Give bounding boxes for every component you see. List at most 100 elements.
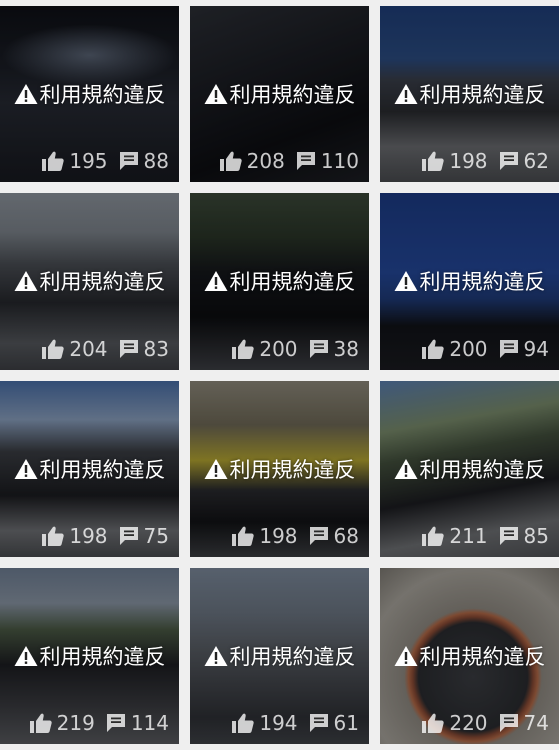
violation-text: 利用規約違反 xyxy=(419,270,546,294)
violation-label: 利用規約違反 xyxy=(380,644,559,670)
comment-icon xyxy=(119,152,138,170)
thumbs-up-icon xyxy=(422,339,445,359)
violation-label: 利用規約違反 xyxy=(0,644,179,670)
post-tile[interactable]: 利用規約違反 198 68 xyxy=(190,381,369,557)
comment-count: 114 xyxy=(130,711,169,735)
warning-triangle-icon xyxy=(394,84,417,104)
violation-text: 利用規約違反 xyxy=(229,83,356,107)
violation-text: 利用規約違反 xyxy=(419,458,546,482)
comment-icon xyxy=(499,714,518,732)
comment-count: 94 xyxy=(523,337,549,361)
violation-text: 利用規約違反 xyxy=(419,645,546,669)
comment-icon xyxy=(309,527,328,545)
comment-icon xyxy=(499,152,518,170)
post-tile[interactable]: 利用規約違反 194 61 xyxy=(190,568,369,744)
like-count: 198 xyxy=(259,524,298,548)
warning-triangle-icon xyxy=(394,459,417,479)
comment-count: 74 xyxy=(523,711,549,735)
violation-label: 利用規約違反 xyxy=(190,644,369,670)
post-tile[interactable]: 利用規約違反 204 83 xyxy=(0,193,179,370)
post-tile[interactable]: 利用規約違反 195 88 xyxy=(0,6,179,182)
post-stats: 194 61 xyxy=(232,712,359,734)
like-count: 200 xyxy=(449,337,488,361)
post-tile[interactable]: 利用規約違反 200 38 xyxy=(190,193,369,370)
post-tile[interactable]: 利用規約違反 200 94 xyxy=(380,193,559,370)
violation-label: 利用規約違反 xyxy=(190,457,369,483)
violation-label: 利用規約違反 xyxy=(0,269,179,295)
post-tile[interactable]: 利用規約違反 198 62 xyxy=(380,6,559,182)
warning-triangle-icon xyxy=(14,271,37,291)
post-stats: 220 74 xyxy=(422,712,549,734)
comment-count: 75 xyxy=(143,524,169,548)
violation-text: 利用規約違反 xyxy=(39,83,166,107)
thumbs-up-icon xyxy=(42,151,65,171)
comment-count: 62 xyxy=(523,149,549,173)
thumbs-up-icon xyxy=(232,339,255,359)
comment-icon xyxy=(119,340,138,358)
post-stats: 200 94 xyxy=(422,338,549,360)
warning-triangle-icon xyxy=(394,646,417,666)
warning-triangle-icon xyxy=(14,459,37,479)
thumbs-up-icon xyxy=(422,713,445,733)
post-tile[interactable]: 利用規約違反 220 74 xyxy=(380,568,559,744)
comment-icon xyxy=(119,527,138,545)
like-count: 220 xyxy=(449,711,488,735)
comment-count: 83 xyxy=(143,337,169,361)
violation-label: 利用規約違反 xyxy=(380,82,559,108)
post-grid: 利用規約違反 195 88 利用規約違反 208 110 利用規約違反 198 62 … xyxy=(0,0,559,750)
thumbs-up-icon xyxy=(42,339,65,359)
comment-icon xyxy=(106,714,125,732)
warning-triangle-icon xyxy=(14,84,37,104)
comment-count: 85 xyxy=(523,524,549,548)
comment-count: 61 xyxy=(333,711,359,735)
like-count: 194 xyxy=(259,711,298,735)
comment-icon xyxy=(296,152,315,170)
warning-triangle-icon xyxy=(204,84,227,104)
like-count: 200 xyxy=(259,337,298,361)
violation-text: 利用規約違反 xyxy=(419,83,546,107)
warning-triangle-icon xyxy=(204,646,227,666)
thumbs-up-icon xyxy=(422,526,445,546)
post-stats: 219 114 xyxy=(29,711,169,735)
violation-text: 利用規約違反 xyxy=(229,458,356,482)
warning-triangle-icon xyxy=(394,271,417,291)
thumbs-up-icon xyxy=(219,151,242,171)
post-tile[interactable]: 利用規約違反 219 114 xyxy=(0,568,179,744)
warning-triangle-icon xyxy=(14,646,37,666)
violation-label: 利用規約違反 xyxy=(190,82,369,108)
post-stats: 198 68 xyxy=(232,525,359,547)
warning-triangle-icon xyxy=(204,459,227,479)
thumbs-up-icon xyxy=(232,526,255,546)
violation-text: 利用規約違反 xyxy=(39,270,166,294)
post-tile[interactable]: 利用規約違反 198 75 xyxy=(0,381,179,557)
violation-label: 利用規約違反 xyxy=(0,457,179,483)
post-stats: 198 62 xyxy=(422,150,549,172)
post-tile[interactable]: 利用規約違反 208 110 xyxy=(190,6,369,182)
thumbs-up-icon xyxy=(232,713,255,733)
post-stats: 211 85 xyxy=(422,525,549,547)
like-count: 198 xyxy=(69,524,108,548)
violation-label: 利用規約違反 xyxy=(0,82,179,108)
comment-icon xyxy=(309,340,328,358)
comment-count: 38 xyxy=(333,337,359,361)
post-stats: 195 88 xyxy=(42,150,169,172)
post-stats: 198 75 xyxy=(42,525,169,547)
like-count: 204 xyxy=(69,337,108,361)
comment-icon xyxy=(499,340,518,358)
violation-text: 利用規約違反 xyxy=(39,458,166,482)
violation-text: 利用規約違反 xyxy=(39,645,166,669)
comment-count: 68 xyxy=(333,524,359,548)
post-tile[interactable]: 利用規約違反 211 85 xyxy=(380,381,559,557)
violation-label: 利用規約違反 xyxy=(190,269,369,295)
thumbs-up-icon xyxy=(29,713,52,733)
thumbs-up-icon xyxy=(422,151,445,171)
like-count: 198 xyxy=(449,149,488,173)
thumbs-up-icon xyxy=(42,526,65,546)
like-count: 195 xyxy=(69,149,108,173)
violation-text: 利用規約違反 xyxy=(229,645,356,669)
post-stats: 200 38 xyxy=(232,338,359,360)
violation-text: 利用規約違反 xyxy=(229,270,356,294)
comment-count: 88 xyxy=(143,149,169,173)
violation-label: 利用規約違反 xyxy=(380,457,559,483)
warning-triangle-icon xyxy=(204,271,227,291)
